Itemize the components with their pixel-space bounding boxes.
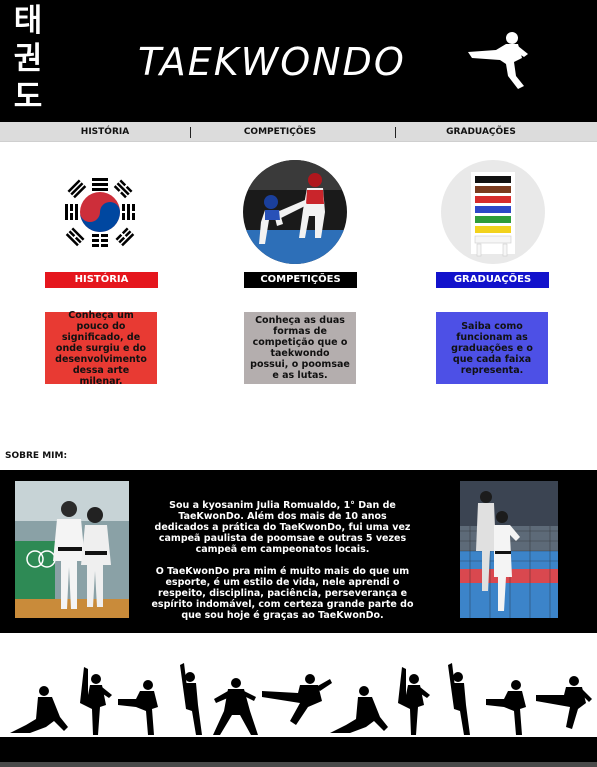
card-label-graduacoes[interactable]: GRADUAÇÕES (436, 272, 549, 288)
site-header: 태 권 도 TAEKWONDO (0, 0, 597, 122)
top-nav: HISTÓRIA COMPETIÇÕES GRADUAÇÕES (0, 122, 597, 142)
hangul-char-tae: 태 (13, 3, 43, 39)
card-label-historia[interactable]: HISTÓRIA (45, 272, 158, 288)
hangul-logo: 태 권 도 (8, 2, 48, 116)
page-footer (0, 741, 597, 767)
about-bio: Sou a kyosanim Julia Romualdo, 1° Dan de… (150, 500, 415, 632)
nav-divider (190, 127, 191, 138)
hangul-char-do: 도 (13, 79, 43, 115)
competition-photo[interactable] (243, 160, 347, 264)
about-paragraph-1: Sou a kyosanim Julia Romualdo, 1° Dan de… (154, 500, 411, 555)
hangul-char-kwon: 권 (13, 41, 43, 77)
page-title: TAEKWONDO (138, 40, 406, 84)
fighters-silhouette-banner (0, 663, 597, 741)
nav-item-competicoes[interactable]: COMPETIÇÕES (225, 122, 335, 142)
card-label-competicoes[interactable]: COMPETIÇÕES (244, 272, 357, 288)
poomsae-photo (460, 481, 558, 618)
about-paragraph-2: O TaeKwonDo pra mim é muito mais do que … (151, 566, 414, 621)
belt-rack-photo[interactable] (441, 160, 545, 264)
about-title: SOBRE MIM: (5, 451, 68, 461)
korean-flag-icon[interactable] (48, 160, 152, 264)
nav-item-graduacoes[interactable]: GRADUAÇÕES (431, 122, 531, 142)
about-section: Sou a kyosanim Julia Romualdo, 1° Dan de… (0, 470, 597, 633)
card-description-historia: Conheça um pouco do significado, de onde… (45, 310, 157, 387)
card-description-competicoes: Conheça as duas formas de competição que… (244, 312, 356, 384)
nav-item-historia[interactable]: HISTÓRIA (60, 122, 150, 142)
instructor-photo (15, 481, 129, 618)
taekwondo-kicker-icon (468, 32, 528, 89)
card-description-graduacoes: Saiba como funcionam as graduações e o q… (436, 312, 548, 384)
nav-divider (395, 127, 396, 138)
